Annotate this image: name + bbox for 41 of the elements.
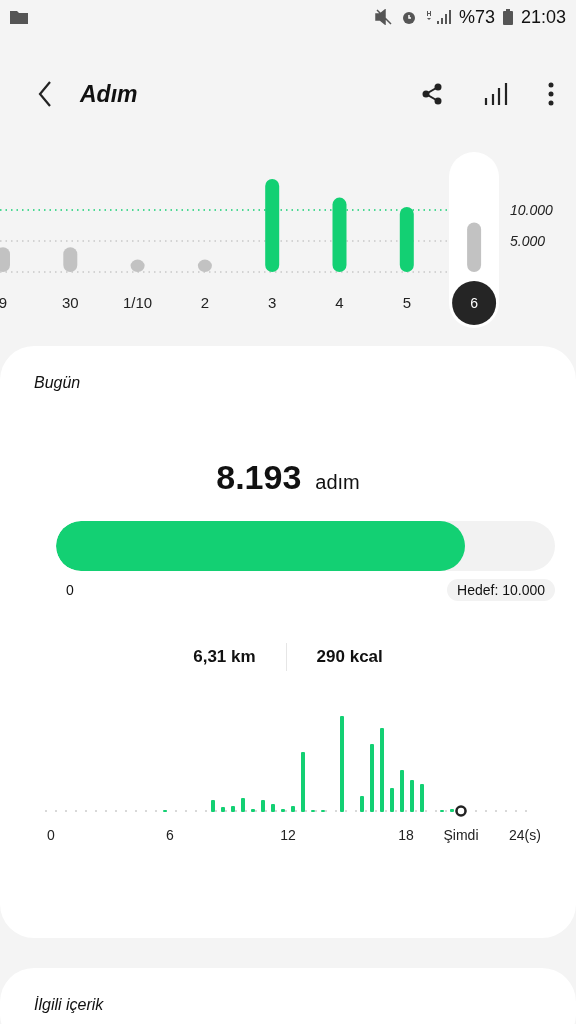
- progress-start-label: 0: [66, 582, 74, 598]
- goal-label: Hedef: 10.000: [447, 579, 555, 601]
- section-title: İlgili içerik: [34, 996, 105, 1014]
- day-bar[interactable]: [63, 247, 78, 272]
- hour-axis-label: 6: [166, 827, 174, 843]
- day-label[interactable]: 4: [335, 294, 344, 311]
- selected-day-label[interactable]: 6: [452, 281, 497, 325]
- folder-icon: [10, 10, 28, 24]
- day-bar[interactable]: [130, 259, 145, 272]
- mute-icon: [374, 9, 393, 25]
- y-tick-label: 10.000: [510, 202, 553, 218]
- day-label[interactable]: 3: [268, 294, 277, 311]
- day-label[interactable]: 1/10: [123, 294, 153, 311]
- hour-axis-label: 12: [280, 827, 296, 843]
- step-count: 8.193: [216, 458, 302, 497]
- day-bar[interactable]: [399, 206, 414, 272]
- hour-axis-label: 24(s): [509, 827, 541, 843]
- card-title: Bugün: [34, 374, 82, 392]
- hour-axis-label: Şimdi: [443, 827, 479, 843]
- day-label[interactable]: 5: [402, 294, 411, 311]
- alarm-icon: [400, 9, 417, 25]
- signal-icon: [424, 9, 451, 25]
- day-label[interactable]: 30: [61, 294, 79, 311]
- hour-axis-label: 18: [398, 827, 414, 843]
- calories-value: 290 kcal: [315, 647, 384, 667]
- day-bar[interactable]: [0, 247, 10, 272]
- step-unit: adım: [315, 471, 360, 494]
- x-tick-label: 6: [470, 295, 479, 311]
- y-tick-label: 5.000: [510, 233, 546, 249]
- day-bar[interactable]: [197, 259, 212, 272]
- battery-icon: [502, 9, 513, 25]
- day-label[interactable]: 9: [0, 294, 8, 311]
- day-bar[interactable]: [467, 222, 482, 272]
- distance-value: 6,31 km: [192, 647, 257, 667]
- day-label[interactable]: 2: [200, 294, 210, 311]
- day-bar[interactable]: [265, 179, 280, 272]
- page-title: Adım: [80, 80, 138, 108]
- battery-percent: %73: [458, 6, 495, 28]
- clock: 21:03: [520, 6, 566, 28]
- day-bar[interactable]: [332, 197, 347, 272]
- hour-axis-label: 0: [47, 827, 55, 843]
